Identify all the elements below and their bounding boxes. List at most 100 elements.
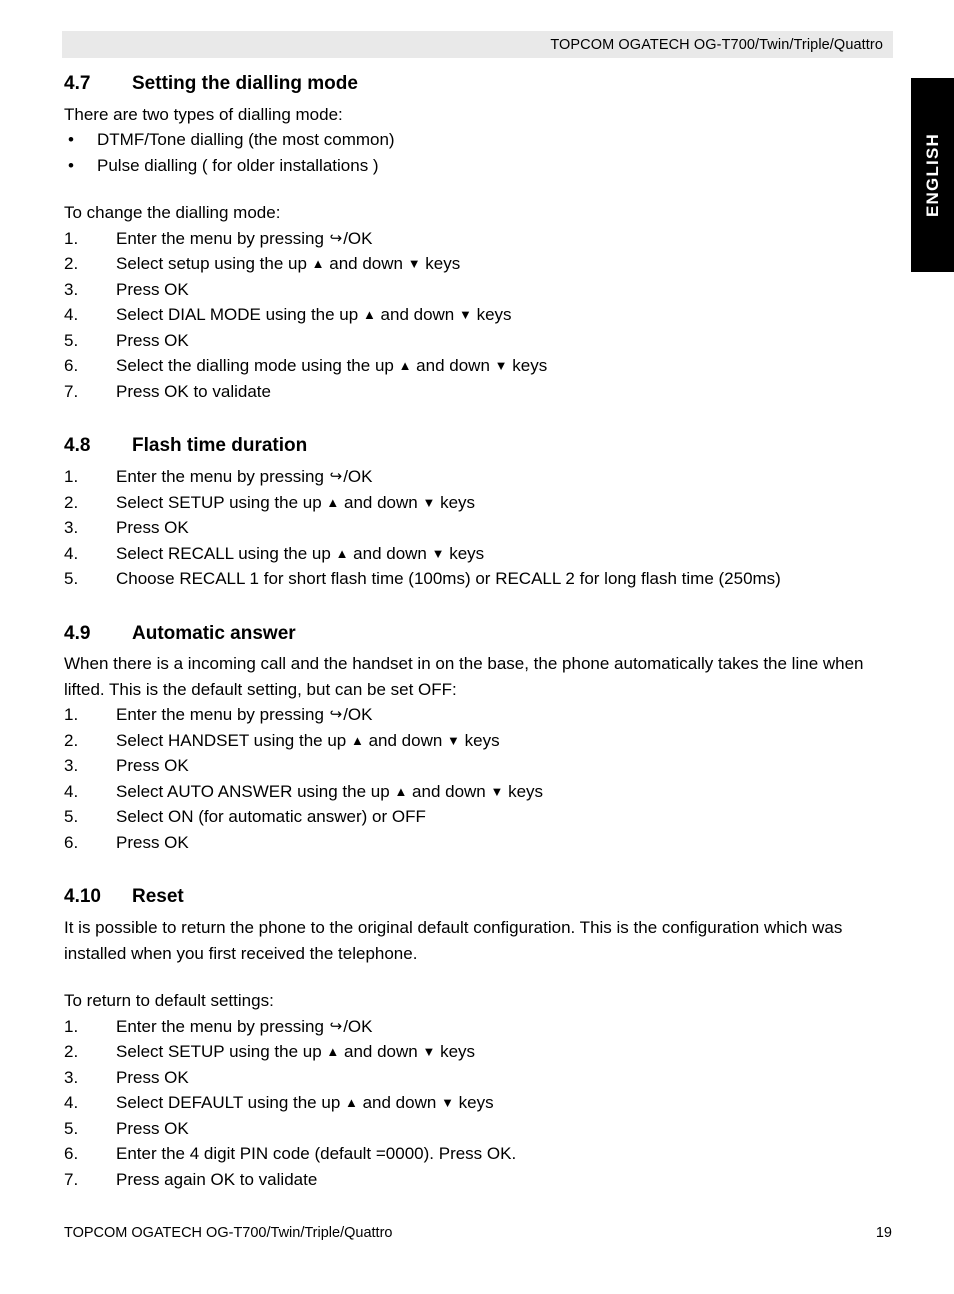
- step-text: Press again OK to validate: [116, 1169, 318, 1189]
- vertical-spacer: [64, 592, 892, 622]
- bullet-text: Pulse dialling ( for older installations…: [97, 155, 379, 175]
- list-item: 2. Select SETUP using the up ▲ and down ▼…: [64, 1039, 892, 1065]
- down-arrow-icon: ▼: [441, 1095, 454, 1110]
- language-side-tab: ENGLISH: [911, 78, 954, 272]
- vertical-spacer: [64, 966, 892, 988]
- step-text: Select the dialling mode using the up ▲ …: [116, 356, 548, 376]
- down-arrow-icon: ▼: [422, 1044, 436, 1059]
- step-text: Press OK: [116, 1118, 189, 1138]
- list-item: 2. Select HANDSET using the up ▲ and down…: [64, 728, 892, 754]
- step-number: 1.: [64, 228, 79, 248]
- list-item: 5. Press OK: [64, 328, 892, 354]
- step-text: Select AUTO ANSWER using the up ▲ and do…: [116, 781, 544, 801]
- step-text: Select HANDSET using the up ▲ and down ▼…: [116, 730, 500, 750]
- step-number: 2.: [64, 1042, 79, 1061]
- step-text: Select RECALL using the up ▲ and down ▼ …: [116, 543, 485, 563]
- section-heading-4.8: 4.8 Flash time duration: [64, 434, 892, 458]
- step-number: 2.: [64, 730, 79, 750]
- menu-key-icon: ↪: [329, 1017, 343, 1035]
- step-number: 2.: [64, 492, 79, 512]
- step-text: Select SETUP using the up ▲ and down ▼ k…: [116, 1042, 476, 1061]
- step-number: 4.: [64, 781, 79, 801]
- step-number: 2.: [64, 254, 79, 274]
- down-arrow-icon: ▼: [431, 545, 445, 561]
- list-item: 4. Select DIAL MODE using the up ▲ and do…: [64, 302, 892, 328]
- vertical-spacer: [64, 855, 892, 885]
- bullet-icon: •: [68, 130, 74, 150]
- bullet-list: • DTMF/Tone dialling (the most common) • Pu…: [64, 127, 892, 178]
- step-number: 5.: [64, 1118, 79, 1138]
- section-heading-4.9: 4.9 Automatic answer: [64, 622, 892, 646]
- list-item: 7. Press OK to validate: [64, 379, 892, 405]
- section-title: Flash time duration: [132, 435, 308, 457]
- step-number: 6.: [64, 356, 79, 376]
- list-item: • DTMF/Tone dialling (the most common): [64, 127, 892, 153]
- list-item: 4. Select DEFAULT using the up ▲ and down…: [64, 1090, 892, 1116]
- language-side-tab-label: ENGLISH: [922, 133, 942, 217]
- up-arrow-icon: ▲: [394, 783, 408, 799]
- section-lead-in: To change the dialling mode:: [64, 203, 281, 223]
- step-text: Press OK: [116, 756, 189, 776]
- step-number: 5.: [64, 569, 79, 588]
- up-arrow-icon: ▲: [335, 545, 349, 561]
- bullet-icon: •: [68, 155, 74, 175]
- list-item: 1. Enter the menu by pressing ↪/OK: [64, 1014, 892, 1040]
- down-arrow-icon: ▼: [422, 494, 436, 510]
- up-arrow-icon: ▲: [398, 358, 412, 374]
- up-arrow-icon: ▲: [345, 1095, 358, 1110]
- step-number: 7.: [64, 381, 79, 401]
- section-title: Reset: [132, 886, 184, 908]
- step-number: 3.: [64, 756, 79, 776]
- step-number: 1.: [64, 467, 79, 486]
- step-number: 6.: [64, 832, 79, 852]
- step-text: Choose RECALL 1 for short flash time (10…: [116, 569, 781, 588]
- section-intro-paragraph: When there is a incoming call and the ha…: [64, 654, 864, 699]
- step-text: Enter the menu by pressing ↪/OK: [116, 705, 373, 725]
- list-item: 3. Press OK: [64, 1065, 892, 1091]
- step-number: 6.: [64, 1144, 79, 1163]
- list-item: 3. Press OK: [64, 753, 892, 779]
- section-number: 4.8: [64, 435, 91, 457]
- menu-key-icon: ↪: [329, 468, 343, 485]
- step-text: Enter the menu by pressing ↪/OK: [116, 228, 373, 248]
- step-number: 7.: [64, 1169, 79, 1189]
- list-item: 5. Choose RECALL 1 for short flash time (…: [64, 566, 892, 592]
- list-item: 4. Select RECALL using the up ▲ and down …: [64, 541, 892, 567]
- step-text: Press OK: [116, 518, 189, 537]
- vertical-spacer: [64, 178, 892, 200]
- running-header-title: TOPCOM OGATECH OG-T700/Twin/Triple/Quatt…: [550, 36, 883, 53]
- list-item: 5. Select ON (for automatic answer) or OF…: [64, 804, 892, 830]
- page-footer: TOPCOM OGATECH OG-T700/Twin/Triple/Quatt…: [64, 1225, 892, 1241]
- step-text: Press OK: [116, 1067, 189, 1087]
- down-arrow-icon: ▼: [407, 256, 421, 272]
- section-intro-paragraph: It is possible to return the phone to th…: [64, 918, 843, 963]
- list-item: 2. Select setup using the up ▲ and down ▼…: [64, 251, 892, 277]
- list-item: 6. Press OK: [64, 830, 892, 856]
- bullet-text: DTMF/Tone dialling (the most common): [97, 130, 395, 150]
- down-arrow-icon: ▼: [490, 783, 504, 799]
- step-number: 4.: [64, 543, 79, 563]
- up-arrow-icon: ▲: [326, 494, 340, 510]
- section-title: Setting the dialling mode: [132, 73, 358, 94]
- down-arrow-icon: ▼: [494, 358, 508, 374]
- step-text: Enter the menu by pressing ↪/OK: [116, 1016, 373, 1036]
- section-lead-in: To return to default settings:: [64, 991, 274, 1010]
- menu-key-icon: ↪: [329, 706, 343, 724]
- list-item: 6. Select the dialling mode using the up …: [64, 353, 892, 379]
- sections-container: 4.7 Setting the dialling mode There are tw…: [64, 72, 892, 1192]
- down-arrow-icon: ▼: [459, 307, 472, 323]
- down-arrow-icon: ▼: [447, 732, 460, 748]
- list-item: 3. Press OK: [64, 515, 892, 541]
- list-item: 4. Select AUTO ANSWER using the up ▲ and …: [64, 779, 892, 805]
- step-number: 4.: [64, 1093, 79, 1112]
- footer-document-title: TOPCOM OGATECH OG-T700/Twin/Triple/Quatt…: [64, 1225, 393, 1241]
- section-number: 4.9: [64, 622, 91, 644]
- step-text: Select DEFAULT using the up ▲ and down ▼…: [116, 1093, 494, 1112]
- section-title: Automatic answer: [132, 622, 296, 644]
- step-text: Select ON (for automatic answer) or OFF: [116, 807, 426, 827]
- step-number: 3.: [64, 1067, 79, 1087]
- list-item: 1. Enter the menu by pressing ↪/OK: [64, 464, 892, 490]
- running-header: TOPCOM OGATECH OG-T700/Twin/Triple/Quatt…: [62, 31, 893, 58]
- numbered-step-list: 1. Enter the menu by pressing ↪/OK 2. Selec…: [64, 702, 892, 855]
- step-number: 3.: [64, 279, 79, 299]
